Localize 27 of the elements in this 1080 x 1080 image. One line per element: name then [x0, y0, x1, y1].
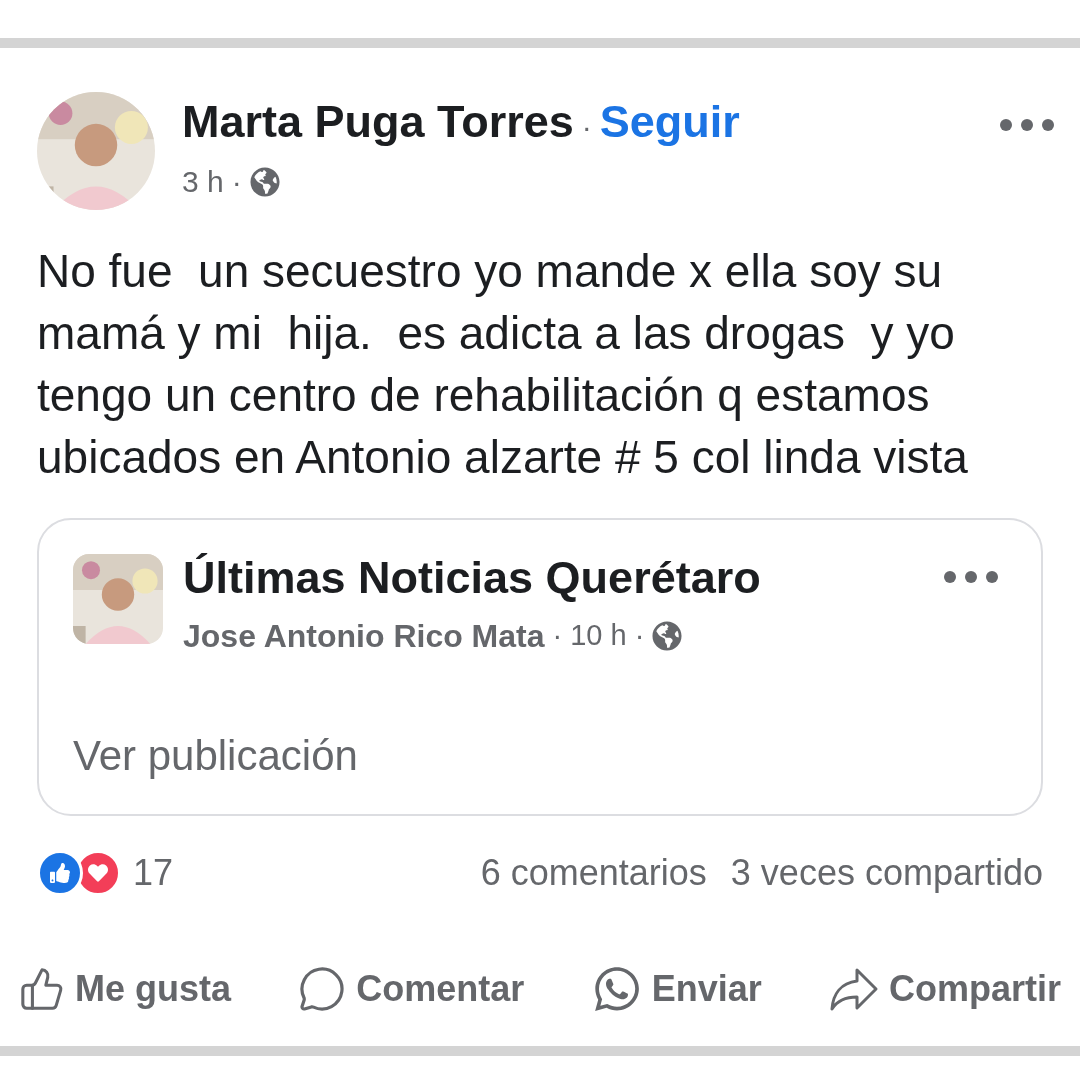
- shared-post-card[interactable]: Últimas Noticias Querétaro Jose Antonio Rico Mata · 10 h · Ver publicación: [37, 518, 1043, 816]
- follow-link[interactable]: Seguir: [599, 98, 740, 146]
- share-count[interactable]: 3 veces compartido: [730, 846, 1043, 900]
- action-button[interactable]: Enviar: [591, 962, 762, 1016]
- more-icon[interactable]: [999, 118, 1055, 132]
- view-post-link[interactable]: Ver publicación: [73, 724, 358, 787]
- separator: ·: [634, 618, 645, 654]
- separator: ·: [231, 164, 242, 200]
- action-button[interactable]: Me gusta: [19, 962, 232, 1016]
- reaction-count[interactable]: 17: [133, 846, 174, 900]
- shared-author[interactable]: Jose Antonio Rico Mata: [183, 612, 545, 660]
- comment-count[interactable]: 6 comentarios: [480, 846, 707, 900]
- share-arrow-icon: [828, 966, 879, 1012]
- globe-icon: [652, 621, 683, 651]
- post-text: No fue un secuestro yo mande x ella soy su mamá y mi hija. es adicta a las drogas y yo tengo un centro de rehabilitación q estamos ubicados en Antonio alzarte # 5 col linda vista: [37, 244, 969, 485]
- separator: ·: [552, 618, 563, 654]
- shared-time[interactable]: 10 h: [570, 614, 627, 658]
- author-name[interactable]: Marta Puga Torres: [182, 98, 574, 146]
- speech-bubble-icon: [298, 965, 347, 1013]
- page-name[interactable]: Últimas Noticias Querétaro: [183, 554, 943, 602]
- action-button[interactable]: Comentar: [298, 962, 525, 1016]
- post-time[interactable]: 3 h: [182, 159, 224, 204]
- more-icon[interactable]: [943, 570, 999, 584]
- separator: ·: [581, 109, 592, 145]
- globe-icon: [249, 166, 280, 197]
- thumbs-up-icon: [19, 966, 65, 1012]
- action-button[interactable]: Compartir: [828, 962, 1061, 1016]
